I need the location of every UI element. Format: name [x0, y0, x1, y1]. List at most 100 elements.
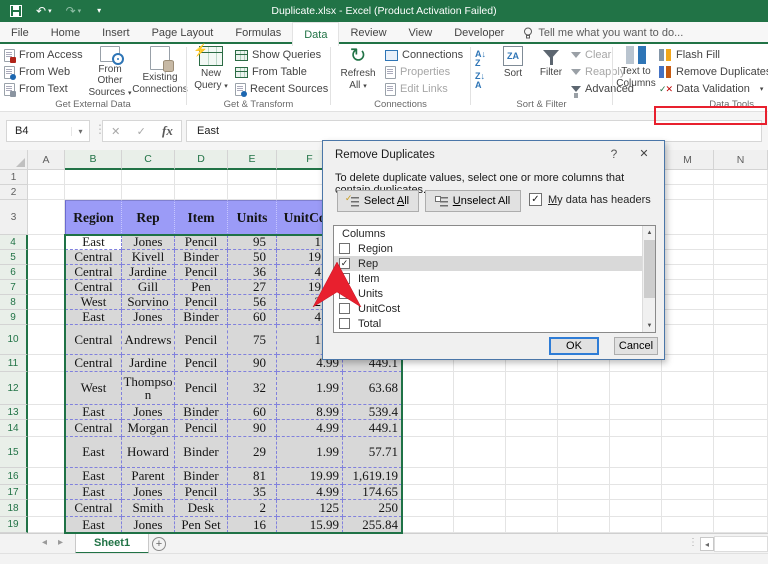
column-header-M[interactable]: M: [662, 150, 714, 170]
prev-sheet-icon[interactable]: ◂: [42, 537, 47, 548]
cell-F18[interactable]: 125: [277, 500, 343, 517]
row-header-16[interactable]: 16: [0, 468, 28, 485]
cell-B15[interactable]: East: [65, 437, 122, 468]
cell-L15[interactable]: [610, 437, 662, 468]
cell-C13[interactable]: Jones: [122, 405, 175, 420]
column-option-unitcost[interactable]: UnitCost: [334, 301, 655, 316]
cell-F12[interactable]: 1.99: [277, 372, 343, 405]
column-header-N[interactable]: N: [714, 150, 768, 170]
cell-K18[interactable]: [558, 500, 610, 517]
cell-D2[interactable]: [175, 185, 228, 200]
cell-C9[interactable]: Jones: [122, 310, 175, 325]
cell-E4[interactable]: 95: [228, 235, 277, 250]
cell-A13[interactable]: [28, 405, 65, 420]
cell-J15[interactable]: [506, 437, 558, 468]
tab-review[interactable]: Review: [339, 22, 397, 44]
row-header-2[interactable]: 2: [0, 185, 28, 200]
cell-N15[interactable]: [714, 437, 768, 468]
cell-K14[interactable]: [558, 420, 610, 437]
cell-G16[interactable]: 1,619.19: [343, 468, 402, 485]
cell-F19[interactable]: 15.99: [277, 517, 343, 533]
cell-J16[interactable]: [506, 468, 558, 485]
cell-L16[interactable]: [610, 468, 662, 485]
cell-F17[interactable]: 4.99: [277, 485, 343, 500]
cell-H18[interactable]: [402, 500, 454, 517]
cell-D17[interactable]: Pencil: [175, 485, 228, 500]
confirm-entry-icon[interactable]: ✓: [137, 125, 146, 138]
cell-C19[interactable]: Jones: [122, 517, 175, 533]
cell-B11[interactable]: Central: [65, 355, 122, 372]
cell-D5[interactable]: Binder: [175, 250, 228, 265]
cell-D4[interactable]: Pencil: [175, 235, 228, 250]
cell-G12[interactable]: 63.68: [343, 372, 402, 405]
from-table-button[interactable]: From Table: [235, 65, 328, 79]
cell-B19[interactable]: East: [65, 517, 122, 533]
cell-C8[interactable]: Sorvino: [122, 295, 175, 310]
cell-M18[interactable]: [662, 500, 714, 517]
column-option-rep[interactable]: ✓Rep: [334, 256, 655, 271]
cell-C14[interactable]: Morgan: [122, 420, 175, 437]
cell-A18[interactable]: [28, 500, 65, 517]
existing-connections-button[interactable]: ExistingConnections: [136, 46, 184, 98]
cell-N9[interactable]: [714, 310, 768, 325]
cell-I18[interactable]: [454, 500, 506, 517]
cell-J14[interactable]: [506, 420, 558, 437]
cell-C18[interactable]: Smith: [122, 500, 175, 517]
select-all-corner[interactable]: [0, 150, 28, 170]
cell-I17[interactable]: [454, 485, 506, 500]
cell-M15[interactable]: [662, 437, 714, 468]
cell-A14[interactable]: [28, 420, 65, 437]
from-access-button[interactable]: From Access: [4, 48, 83, 62]
cell-K13[interactable]: [558, 405, 610, 420]
cell-M16[interactable]: [662, 468, 714, 485]
new-sheet-button[interactable]: +: [152, 537, 166, 551]
connections-button[interactable]: Connections: [385, 48, 463, 62]
cell-B13[interactable]: East: [65, 405, 122, 420]
cell-N1[interactable]: [714, 170, 768, 185]
cell-M12[interactable]: [662, 372, 714, 405]
customize-quick-access-icon[interactable]: ▾: [95, 7, 101, 15]
edit-links-button[interactable]: Edit Links: [385, 82, 463, 96]
cell-N7[interactable]: [714, 280, 768, 295]
cell-D8[interactable]: Pencil: [175, 295, 228, 310]
row-header-13[interactable]: 13: [0, 405, 28, 420]
cell-A7[interactable]: [28, 280, 65, 295]
cell-N13[interactable]: [714, 405, 768, 420]
cell-M13[interactable]: [662, 405, 714, 420]
cell-A1[interactable]: [28, 170, 65, 185]
cell-C1[interactable]: [122, 170, 175, 185]
cell-C11[interactable]: Jardine: [122, 355, 175, 372]
column-option-total[interactable]: Total: [334, 316, 655, 331]
cell-E12[interactable]: 32: [228, 372, 277, 405]
cell-L12[interactable]: [610, 372, 662, 405]
redo-button[interactable]: ↷▾: [66, 5, 82, 17]
cell-M4[interactable]: [662, 235, 714, 250]
column-header-A[interactable]: A: [28, 150, 65, 170]
cell-L14[interactable]: [610, 420, 662, 437]
horizontal-scrollbar[interactable]: [714, 536, 768, 552]
from-text-button[interactable]: From Text: [4, 82, 83, 96]
row-header-18[interactable]: 18: [0, 500, 28, 517]
formula-input[interactable]: East: [186, 120, 762, 142]
column-option-region[interactable]: Region: [334, 241, 655, 256]
cell-E8[interactable]: 56: [228, 295, 277, 310]
cell-H14[interactable]: [402, 420, 454, 437]
cell-B12[interactable]: West: [65, 372, 122, 405]
cell-N4[interactable]: [714, 235, 768, 250]
cell-A5[interactable]: [28, 250, 65, 265]
row-header-12[interactable]: 12: [0, 372, 28, 405]
cell-B9[interactable]: East: [65, 310, 122, 325]
cell-A16[interactable]: [28, 468, 65, 485]
cell-E19[interactable]: 16: [228, 517, 277, 533]
cell-E15[interactable]: 29: [228, 437, 277, 468]
cell-D12[interactable]: Pencil: [175, 372, 228, 405]
cell-A15[interactable]: [28, 437, 65, 468]
table-header-cell[interactable]: Item: [175, 200, 228, 235]
tab-insert[interactable]: Insert: [91, 22, 141, 44]
cell-K12[interactable]: [558, 372, 610, 405]
cell-B4[interactable]: East: [65, 235, 122, 250]
cell-L13[interactable]: [610, 405, 662, 420]
properties-button[interactable]: Properties: [385, 65, 463, 79]
cell-B18[interactable]: Central: [65, 500, 122, 517]
cell-N3[interactable]: [714, 200, 768, 235]
